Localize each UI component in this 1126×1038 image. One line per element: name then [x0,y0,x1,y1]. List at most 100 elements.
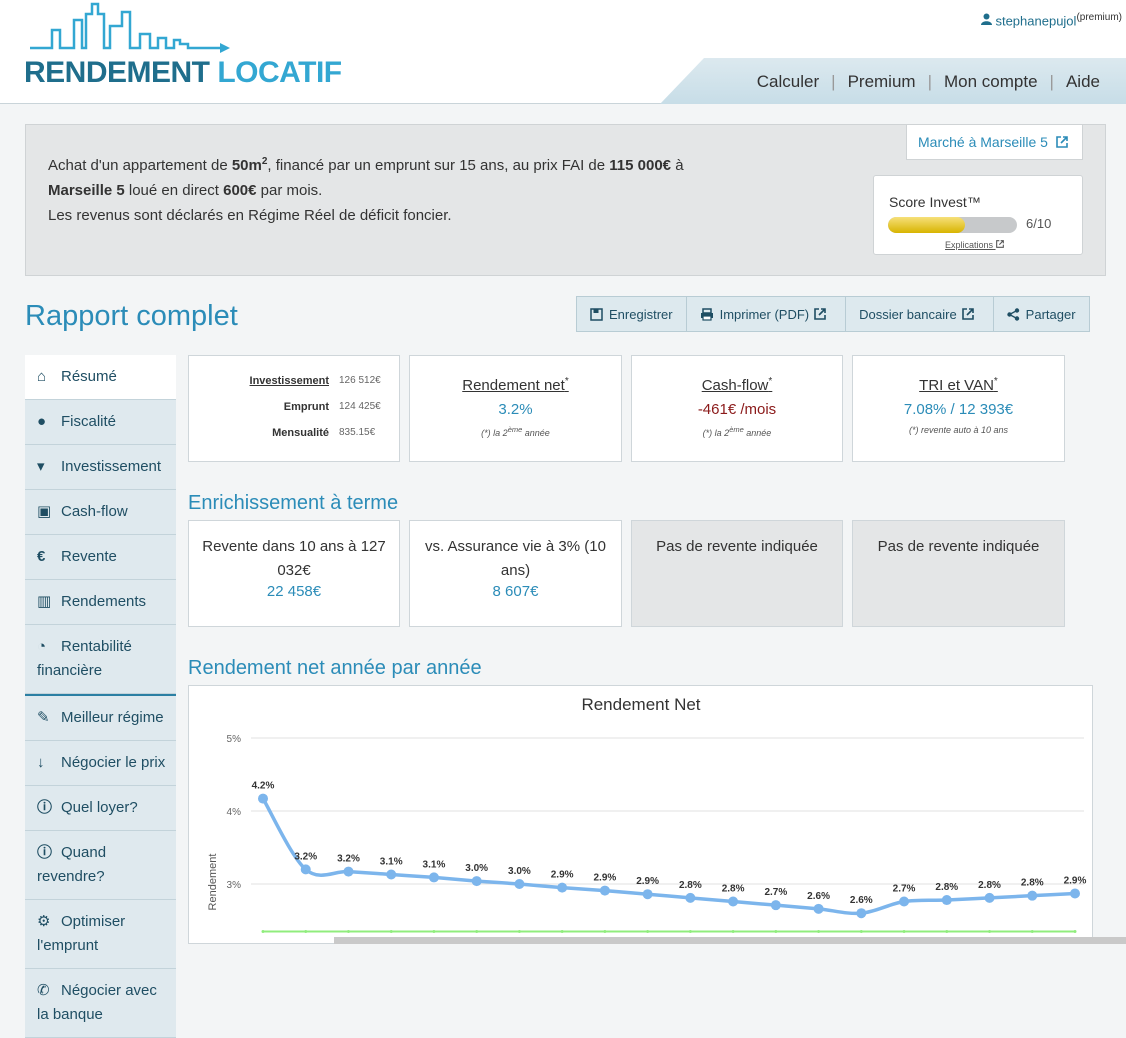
data-point [728,896,739,907]
cash-flow-card: Cash-flow* -461€ /mois (*) la 2ème année [631,355,843,462]
data-label: 2.9% [551,870,574,881]
score-invest-panel: Score Invest™ 6/10 Explications [873,175,1083,255]
net-yield-note: (*) la 2ème année [481,425,550,438]
reference-point [902,929,906,933]
reference-point [517,929,521,933]
data-label: 2.8% [978,880,1001,891]
data-point [557,882,568,893]
nav-premium[interactable]: Premium [848,72,916,92]
data-point [514,879,525,889]
share-button[interactable]: Partager [992,296,1090,332]
data-point [599,885,610,896]
market-link[interactable]: Marché à Marseille 5 [906,125,1083,160]
gears-icon: ⚙ [37,913,51,930]
horizontal-scrollbar[interactable] [334,937,1126,944]
data-label: 2.6% [807,891,830,902]
cash-flow-title[interactable]: Cash-flow* [632,376,842,394]
nav-aide[interactable]: Aide [1066,72,1100,92]
score-title: Score Invest™ [889,194,981,210]
data-point [471,876,482,887]
summary-box: Achat d'un appartement de 50m2, financé … [25,124,1106,276]
data-label: 2.8% [722,884,745,895]
home-icon: ⌂ [37,368,47,385]
sidebar-item-revente[interactable]: € Revente [25,535,176,580]
info-icon: ⓘ [37,799,53,816]
data-label: 3.0% [508,866,531,877]
monthly-payment-row: Mensualité 835.15€ [189,420,389,446]
score-progress-bar [888,217,1017,233]
sidebar-item-rendements[interactable]: ▥ Rendements [25,580,176,625]
no-resale-card: Pas de revente indiquée [631,520,843,627]
money-icon: ▣ [37,503,52,520]
bank-file-button[interactable]: Dossier bancaire [845,296,994,332]
data-label: 2.8% [679,880,702,891]
dashboard-icon: ◔ [37,638,47,655]
summary-description: Achat d'un appartement de 50m2, financé … [48,156,684,224]
data-label: 3.2% [294,851,317,862]
sidebar-item-investissement[interactable]: ▾ Investissement [25,445,176,490]
investment-row: Investissement 126 512€ [189,368,389,394]
username[interactable]: stephanepujol [995,13,1076,28]
save-button[interactable]: Enregistrer [576,296,687,332]
data-point [343,866,354,877]
sidebar-item-quand-revendre[interactable]: ⓘ Quand revendre? [25,831,176,900]
y-tick-label: 4% [227,807,242,818]
sidebar-item-resume[interactable]: ⌂ Résumé [25,355,176,400]
data-point [386,869,397,880]
data-point [1070,888,1080,899]
report-toolbar: Enregistrer Imprimer (PDF) Dossier banca… [576,296,1090,332]
sidebar-item-negocier-banque[interactable]: ✆ Négocier avec la banque [25,969,176,1038]
floppy-disk-icon [590,307,603,321]
sidebar-item-optimiser-emprunt[interactable]: ⚙ Optimiser l'emprunt [25,900,176,969]
data-label: 2.9% [1064,875,1087,886]
resale-card: Revente dans 10 ans à 127 032€ 22 458€ [188,520,400,627]
cart-icon: ▾ [37,458,45,475]
score-progress-fill [888,217,966,233]
life-insurance-card: vs. Assurance vie à 3% (10 ans) 8 607€ [409,520,622,627]
sidebar-item-quel-loyer[interactable]: ⓘ Quel loyer? [25,786,176,831]
data-point [428,872,439,883]
data-point [642,889,653,900]
reference-point [261,929,265,933]
user-account[interactable]: stephanepujol(premium) [980,12,1122,28]
reference-point [346,929,350,933]
data-point [770,900,781,911]
reference-point [1030,929,1034,933]
data-label: 2.8% [1021,878,1044,889]
data-point [813,903,824,914]
reference-point [1073,929,1077,933]
data-point [984,892,995,903]
main-nav: Calculer | Premium | Mon compte | Aide [756,72,1100,92]
investment-card: Investissement 126 512€ Emprunt 124 425€ M… [188,355,400,462]
data-label: 3.1% [380,857,403,868]
data-label: 2.7% [893,884,916,895]
info-icon: ⓘ [37,844,53,861]
score-value: 6/10 [1026,216,1052,231]
sort-down-icon: ↓ [37,754,45,771]
investment-label[interactable]: Investissement [250,368,329,394]
page-title: Rapport complet [25,300,238,332]
data-label: 4.2% [252,781,275,792]
sidebar-item-negocier-prix[interactable]: ↓ Négocier le prix [25,741,176,786]
data-label: 2.8% [935,882,958,893]
sidebar-item-fiscalite[interactable]: ● Fiscalité [25,400,176,445]
sidebar-item-rentabilite[interactable]: ◔ Rentabilité financière [25,625,176,694]
reference-point [560,929,564,933]
net-yield-title[interactable]: Rendement net* [410,376,621,394]
data-label: 2.9% [636,876,659,887]
sidebar-item-meilleur-regime[interactable]: ✎ Meilleur régime [25,694,176,741]
net-yield-card: Rendement net* 3.2% (*) la 2ème année [409,355,622,462]
nav-mon-compte[interactable]: Mon compte [944,72,1038,92]
tri-van-value: 7.08% / 12 393€ [903,401,1014,418]
nav-calculer[interactable]: Calculer [757,72,819,92]
logo[interactable]: RENDEMENT LOCATIF [24,0,369,92]
reference-point [475,929,479,933]
sidebar-item-cash-flow[interactable]: ▣ Cash-flow [25,490,176,535]
score-explanations-link[interactable]: Explications [945,240,1004,250]
magic-wand-icon: ✎ [37,709,50,726]
data-point [941,895,952,906]
tri-van-title[interactable]: TRI et VAN* [853,376,1064,394]
print-pdf-button[interactable]: Imprimer (PDF) [685,296,847,332]
reference-point [603,929,607,933]
cash-flow-note: (*) la 2ème année [702,425,772,438]
